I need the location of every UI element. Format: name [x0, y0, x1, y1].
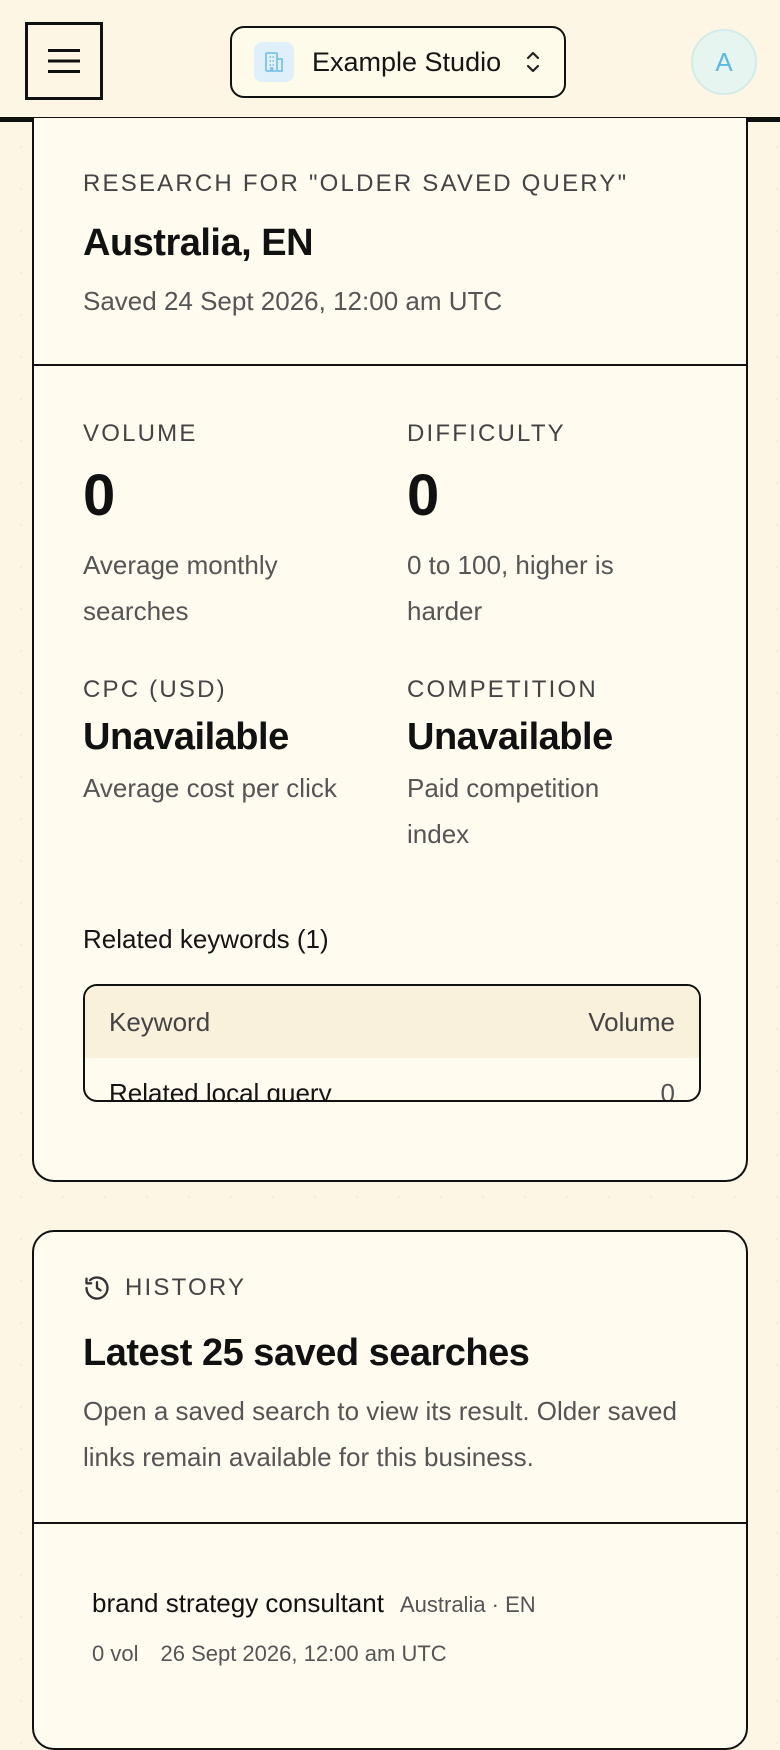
metric-value: 0 — [83, 463, 116, 528]
column-header-keyword: Keyword — [109, 1006, 211, 1037]
metric-description: Average cost per click — [83, 773, 337, 803]
metric-description: Paid competition index — [407, 773, 600, 849]
history-eyebrow-row: HISTORY — [83, 1274, 246, 1302]
research-card: RESEARCH FOR "OLDER SAVED QUERY" Austral… — [32, 118, 748, 1182]
saved-search-volume: 0 vol — [92, 1641, 139, 1666]
card-divider — [34, 1522, 746, 1524]
related-keywords-table: Keyword Volume Related local query 0 — [83, 984, 701, 1102]
research-eyebrow: RESEARCH FOR "OLDER SAVED QUERY" — [83, 170, 629, 197]
metric-label: COMPETITION — [407, 676, 598, 703]
history-card: HISTORY Latest 25 saved searches Open a … — [32, 1230, 748, 1750]
history-label: HISTORY — [125, 1274, 247, 1301]
saved-search-locale: Australia · EN — [399, 1592, 536, 1617]
saved-search-header: brand strategy consultant Australia · EN — [92, 1588, 712, 1619]
volume-cell: 0 — [660, 1077, 675, 1102]
history-icon — [85, 1276, 109, 1300]
saved-search-details: 0 vol 26 Sept 2026, 12:00 am UTC — [92, 1641, 712, 1667]
metric-competition: COMPETITION Unavailable Paid competition… — [407, 676, 707, 857]
workspace-name: Example Studio — [312, 46, 502, 77]
metric-label: DIFFICULTY — [407, 420, 566, 447]
metric-value: Unavailable — [407, 716, 613, 758]
saved-search-query[interactable]: brand strategy consultant — [92, 1588, 384, 1619]
table-header: Keyword Volume — [85, 986, 699, 1058]
top-bar: Example Studio A — [0, 0, 780, 122]
table-row[interactable]: Related local query 0 — [85, 1058, 699, 1102]
research-title: Australia, EN — [83, 222, 314, 264]
metric-label: VOLUME — [83, 420, 198, 447]
metric-description: Average monthly searches — [83, 550, 278, 626]
hamburger-icon — [48, 49, 80, 73]
metric-value: Unavailable — [83, 716, 289, 758]
metric-value: 0 — [407, 463, 440, 528]
metric-cpc: CPC (USD) Unavailable Average cost per c… — [83, 676, 393, 811]
saved-search-item[interactable]: brand strategy consultant Australia · EN… — [92, 1588, 712, 1667]
history-title: Latest 25 saved searches — [83, 1332, 530, 1374]
history-description: Open a saved search to view its result. … — [83, 1396, 677, 1472]
chevron-up-down-icon — [524, 49, 542, 75]
card-divider — [34, 364, 746, 366]
metric-label: CPC (USD) — [83, 676, 227, 703]
related-keywords-heading: Related keywords (1) — [83, 924, 329, 954]
saved-search-date: 26 Sept 2026, 12:00 am UTC — [160, 1641, 447, 1666]
building-icon — [254, 42, 294, 82]
avatar[interactable]: A — [691, 29, 757, 95]
keyword-cell: Related local query — [109, 1077, 332, 1102]
column-header-volume: Volume — [588, 1006, 675, 1037]
metric-volume: VOLUME 0 Average monthly searches — [83, 420, 383, 634]
metric-difficulty: DIFFICULTY 0 0 to 100, higher is harder — [407, 420, 707, 634]
menu-button[interactable] — [25, 22, 103, 100]
avatar-initial: A — [715, 46, 733, 77]
workspace-switcher[interactable]: Example Studio — [230, 26, 566, 98]
saved-timestamp: Saved 24 Sept 2026, 12:00 am UTC — [83, 286, 503, 316]
metric-description: 0 to 100, higher is harder — [407, 550, 614, 626]
